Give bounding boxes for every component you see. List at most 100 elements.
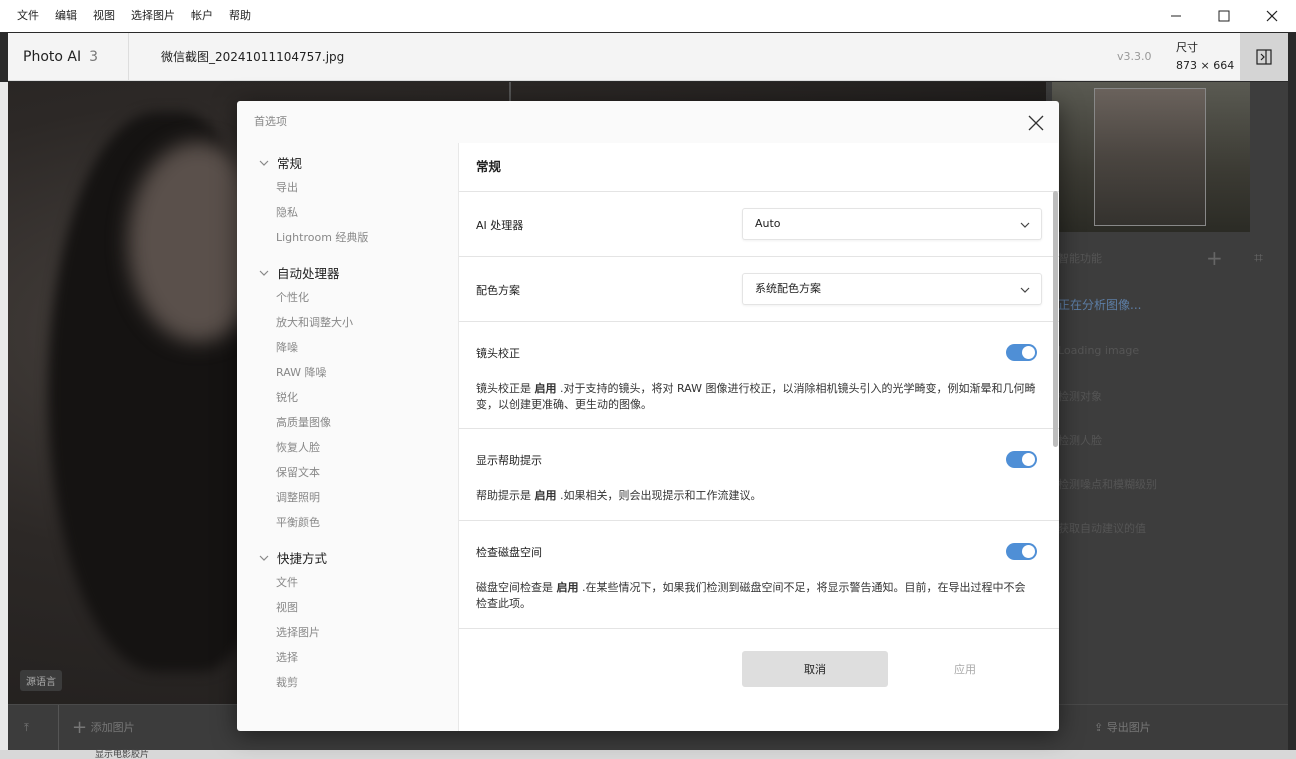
disk-space-toggle[interactable] bbox=[1006, 543, 1037, 560]
sidebar-item-preserve-text[interactable]: 保留文本 bbox=[276, 464, 320, 480]
ai-processor-select[interactable]: Auto bbox=[742, 208, 1042, 240]
close-window-button[interactable] bbox=[1248, 0, 1296, 32]
status-detect-noise: 检测噪点和模糊级别 bbox=[1058, 478, 1157, 491]
sidebar-item-export[interactable]: 导出 bbox=[276, 179, 298, 195]
close-icon bbox=[1028, 115, 1044, 131]
smart-features-label: 智能功能 bbox=[1058, 252, 1102, 265]
preferences-dialog: 首选项 常规 导出 隐私 Lightroom 经典版 自动处理器 个性化 放大和… bbox=[237, 101, 1059, 731]
desc-status: 启用 bbox=[556, 581, 579, 594]
sidebar-section-general[interactable]: 常规 bbox=[258, 153, 302, 172]
dimensions-value: 873 × 664 bbox=[1176, 59, 1235, 72]
sidebar-item-shortcut-crop[interactable]: 裁剪 bbox=[276, 674, 298, 690]
sidebar-item-privacy[interactable]: 隐私 bbox=[276, 204, 298, 220]
navigator-thumbnail[interactable] bbox=[1052, 82, 1250, 232]
sidebar-item-balance-color[interactable]: 平衡颜色 bbox=[276, 514, 320, 530]
help-tips-toggle[interactable] bbox=[1006, 451, 1037, 468]
chevron-down-icon bbox=[1020, 222, 1030, 228]
cancel-button[interactable]: 取消 bbox=[742, 651, 888, 687]
sidebar-item-personalize[interactable]: 个性化 bbox=[276, 289, 309, 305]
sidebar-item-shortcut-file[interactable]: 文件 bbox=[276, 574, 298, 590]
dialog-close-button[interactable] bbox=[1024, 111, 1048, 135]
status-detect-objects: 检测对象 bbox=[1058, 390, 1102, 403]
bottom-divider bbox=[58, 705, 59, 751]
sidebar-item-shortcut-select[interactable]: 选择 bbox=[276, 649, 298, 665]
sidebar-item-denoise[interactable]: 降噪 bbox=[276, 339, 298, 355]
minimize-button[interactable] bbox=[1152, 0, 1200, 32]
export-button[interactable]: ⇪ 导出图片 bbox=[1094, 705, 1151, 751]
desc-status: 启用 bbox=[534, 489, 557, 502]
app-name: Photo AI bbox=[23, 49, 82, 65]
analyzing-status: 正在分析图像... bbox=[1058, 298, 1142, 312]
add-icon[interactable]: + bbox=[1206, 246, 1223, 270]
sidebar-item-hq-image[interactable]: 高质量图像 bbox=[276, 414, 331, 430]
toggle-knob bbox=[1022, 545, 1035, 558]
menu-account[interactable]: 帐户 bbox=[183, 0, 221, 32]
toggle-panel-button[interactable] bbox=[1240, 33, 1288, 81]
content-title: 常规 bbox=[476, 159, 502, 174]
content-scrollbar[interactable] bbox=[1053, 191, 1058, 447]
toggle-knob bbox=[1022, 453, 1035, 466]
add-image-button[interactable]: + 添加图片 bbox=[72, 705, 135, 751]
sidebar-item-lightroom[interactable]: Lightroom 经典版 bbox=[276, 229, 368, 245]
status-auto-values: 获取自动建议的值 bbox=[1058, 522, 1146, 535]
menu-file[interactable]: 文件 bbox=[0, 0, 47, 32]
apply-button[interactable]: 应用 bbox=[892, 651, 1038, 687]
desc-status: 启用 bbox=[534, 382, 557, 395]
app-version: v3.3.0 bbox=[1117, 50, 1152, 63]
left-edge-strip bbox=[0, 82, 8, 759]
preferences-sidebar: 常规 导出 隐私 Lightroom 经典版 自动处理器 个性化 放大和调整大小… bbox=[237, 143, 458, 731]
minimize-icon bbox=[1171, 15, 1181, 17]
sidebar-item-recover-faces[interactable]: 恢复人脸 bbox=[276, 439, 320, 455]
sidebar-section-label: 自动处理器 bbox=[277, 266, 340, 281]
lens-correction-label: 镜头校正 bbox=[476, 347, 520, 360]
ai-processor-label: AI 处理器 bbox=[476, 219, 524, 232]
lens-correction-toggle[interactable] bbox=[1006, 344, 1037, 361]
sidebar-section-label: 常规 bbox=[277, 156, 303, 171]
app-header: Photo AI 3 微信截图_20241011104757.jpg v3.3.… bbox=[8, 33, 1288, 81]
menu-select-images[interactable]: 选择图片 bbox=[123, 0, 183, 32]
crop-icon[interactable]: ⌗ bbox=[1254, 248, 1263, 268]
status-loading-image: Loading image bbox=[1058, 344, 1140, 357]
sidebar-item-raw-denoise[interactable]: RAW 降噪 bbox=[276, 364, 327, 380]
app-window: 文件 编辑 视图 选择图片 帐户 帮助 Photo AI 3 微信截图_2024… bbox=[0, 0, 1296, 759]
desc-prefix: 磁盘空间检查是 bbox=[476, 581, 557, 594]
sidebar-section-label: 快捷方式 bbox=[277, 551, 328, 566]
desc-suffix: .对于支持的镜头，将对 RAW 图像进行校正，以消除相机镜头引入的光学畸变，例如… bbox=[476, 382, 1036, 411]
dimensions-label: 尺寸 bbox=[1176, 41, 1198, 54]
color-scheme-select[interactable]: 系统配色方案 bbox=[742, 273, 1042, 305]
right-panel: 智能功能 + ⌗ 正在分析图像... Loading image 检测对象 检测… bbox=[1046, 82, 1288, 704]
desc-suffix: .如果相关，则会出现提示和工作流建议。 bbox=[556, 489, 762, 502]
maximize-icon bbox=[1218, 10, 1230, 22]
maximize-button[interactable] bbox=[1200, 0, 1248, 32]
sidebar-item-shortcut-view[interactable]: 视图 bbox=[276, 599, 298, 615]
chevron-down-icon bbox=[259, 270, 269, 276]
menu-edit[interactable]: 编辑 bbox=[47, 0, 85, 32]
chevron-down-icon bbox=[1020, 287, 1030, 293]
export-label: 导出图片 bbox=[1106, 721, 1151, 734]
sidebar-item-upscale[interactable]: 放大和调整大小 bbox=[276, 314, 353, 330]
source-language-button[interactable]: 源语言 bbox=[20, 670, 62, 691]
separator bbox=[459, 628, 1059, 629]
menu-help[interactable]: 帮助 bbox=[221, 0, 259, 32]
app-brand: Photo AI 3 bbox=[8, 33, 129, 81]
sidebar-item-adjust-lighting[interactable]: 调整照明 bbox=[276, 489, 320, 505]
disk-space-label: 检查磁盘空间 bbox=[476, 546, 542, 559]
sidebar-section-autopilot[interactable]: 自动处理器 bbox=[258, 263, 340, 282]
sidebar-section-shortcuts[interactable]: 快捷方式 bbox=[258, 548, 327, 567]
color-scheme-value: 系统配色方案 bbox=[755, 282, 821, 295]
toggle-knob bbox=[1022, 346, 1035, 359]
upload-icon[interactable]: ⤒ bbox=[24, 705, 29, 751]
chevron-down-icon bbox=[259, 555, 269, 561]
dialog-title: 首选项 bbox=[254, 115, 287, 128]
separator bbox=[459, 191, 1059, 192]
sidebar-item-sharpen[interactable]: 锐化 bbox=[276, 389, 298, 405]
bottom-strip: 显示电影胶片 bbox=[0, 750, 1296, 759]
sidebar-item-shortcut-select-images[interactable]: 选择图片 bbox=[276, 624, 320, 640]
export-icon: ⇪ bbox=[1094, 721, 1107, 734]
status-detect-faces: 检测人脸 bbox=[1058, 434, 1102, 447]
show-filmstrip-label[interactable]: 显示电影胶片 bbox=[95, 747, 149, 759]
menu-view[interactable]: 视图 bbox=[85, 0, 123, 32]
navigator-frame bbox=[1094, 88, 1206, 226]
compare-divider[interactable] bbox=[509, 82, 511, 102]
separator bbox=[459, 428, 1059, 429]
